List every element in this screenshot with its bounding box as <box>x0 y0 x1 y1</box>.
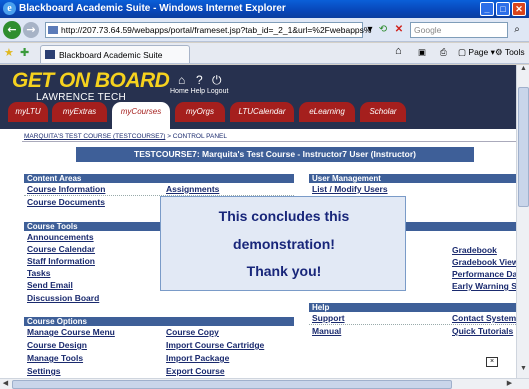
tab-mycourses[interactable]: myCourses <box>112 102 170 129</box>
link-staff-information[interactable]: Staff Information <box>27 256 95 266</box>
search-placeholder: Google <box>414 25 442 35</box>
close-button[interactable]: ✕ <box>512 2 526 16</box>
tab-scholar[interactable]: Scholar <box>360 102 406 122</box>
page-menu-label: Page <box>468 47 489 57</box>
logo-get-on-board[interactable]: GET ON BOARD <box>12 69 170 93</box>
tools-menu-label: Tools <box>504 47 525 57</box>
forward-arrow-icon[interactable]: → <box>23 22 39 38</box>
minimize-button[interactable]: _ <box>480 2 494 16</box>
link-support[interactable]: Support <box>312 313 345 323</box>
link-tasks[interactable]: Tasks <box>27 268 50 278</box>
scroll-down-icon[interactable]: ▼ <box>518 365 529 376</box>
link-assignments[interactable]: Assignments <box>166 184 219 194</box>
search-icon[interactable]: ⌕ <box>510 22 524 38</box>
home-link[interactable]: Home <box>170 88 189 95</box>
link-import-course-cartridge[interactable]: Import Course Cartridge <box>166 340 264 350</box>
link-gradebook-views[interactable]: Gradebook Views <box>452 257 516 267</box>
link-list-modify-users[interactable]: List / Modify Users <box>312 184 388 194</box>
link-manage-course-menu[interactable]: Manage Course Menu <box>27 327 115 337</box>
blackboard-tab-icon <box>45 50 55 59</box>
link-course-documents[interactable]: Course Documents <box>27 197 105 207</box>
page-icon <box>48 26 58 34</box>
vertical-scrollbar[interactable]: ▲ ▼ <box>516 65 529 378</box>
window-title: Blackboard Academic Suite - Windows Inte… <box>19 3 286 14</box>
demo-end-callout: This concludes this demonstration! Thank… <box>160 196 406 291</box>
home-icon[interactable]: ⌂ <box>178 73 185 87</box>
link-announcements[interactable]: Announcements <box>27 232 94 242</box>
link-early-warning-system[interactable]: Early Warning Sy <box>452 281 516 291</box>
breadcrumb-separator: > <box>167 133 171 140</box>
page-viewport: GET ON BOARD LAWRENCE TECH ⌂ ? ⏻ Home He… <box>0 65 516 378</box>
link-gradebook[interactable]: Gradebook <box>452 245 497 255</box>
tab-ltucalendar[interactable]: LTUCalendar <box>230 102 294 122</box>
address-toolbar: ← → http://207.73.64.59/webapps/portal/f… <box>0 18 529 42</box>
back-arrow-icon[interactable]: ← <box>3 21 21 39</box>
breadcrumb-divider <box>22 141 516 142</box>
cursor-close-icon[interactable]: × <box>486 357 498 367</box>
link-settings[interactable]: Settings <box>27 366 61 376</box>
link-course-calendar[interactable]: Course Calendar <box>27 244 95 254</box>
help-icon[interactable]: ? <box>196 73 203 87</box>
print-icon[interactable]: ⎙ <box>440 47 447 58</box>
divider <box>309 324 516 325</box>
link-import-package[interactable]: Import Package <box>166 353 229 363</box>
help-link[interactable]: Help <box>191 88 205 95</box>
link-discussion-board[interactable]: Discussion Board <box>27 293 99 303</box>
window-title-bar: e Blackboard Academic Suite - Windows In… <box>0 0 529 18</box>
maximize-button[interactable]: □ <box>496 2 510 16</box>
section-course-options: Course Options <box>24 317 294 326</box>
page-menu[interactable]: ▢ Page ▾ <box>458 47 495 58</box>
tab-myltu[interactable]: myLTU <box>8 102 48 122</box>
browser-tab-label: Blackboard Academic Suite <box>59 50 163 60</box>
scroll-left-icon[interactable]: ◀ <box>0 379 11 389</box>
logout-link[interactable]: Logout <box>207 88 228 95</box>
favorites-star-icon[interactable]: ★ <box>4 46 14 59</box>
link-course-design[interactable]: Course Design <box>27 340 87 350</box>
browser-tab[interactable]: Blackboard Academic Suite <box>40 45 190 63</box>
search-input[interactable]: Google <box>410 22 508 38</box>
callout-line-2: demonstration! <box>233 236 335 252</box>
course-title-bar: TESTCOURSE7: Marquita's Test Course - In… <box>76 147 474 162</box>
feeds-icon[interactable]: ▣ <box>418 47 426 58</box>
tab-myextras[interactable]: myExtras <box>52 102 107 122</box>
link-course-information[interactable]: Course Information <box>27 184 105 194</box>
callout-line-1: This concludes this <box>218 208 350 224</box>
home-toolbar-icon[interactable]: ⌂ <box>395 45 402 57</box>
link-manual[interactable]: Manual <box>312 326 341 336</box>
tab-elearning[interactable]: eLearning <box>299 102 355 122</box>
scroll-up-icon[interactable]: ▲ <box>518 65 529 76</box>
site-banner: GET ON BOARD LAWRENCE TECH ⌂ ? ⏻ Home He… <box>0 65 516 129</box>
scroll-right-icon[interactable]: ▶ <box>504 379 515 389</box>
vertical-scroll-thumb[interactable] <box>518 87 529 207</box>
horizontal-scroll-thumb[interactable] <box>12 380 452 389</box>
link-manage-tools[interactable]: Manage Tools <box>27 353 83 363</box>
link-contact-system-admin[interactable]: Contact System A <box>452 313 516 323</box>
tab-myorgs[interactable]: myOrgs <box>175 102 225 122</box>
breadcrumb-current: CONTROL PANEL <box>172 133 227 140</box>
logout-icon[interactable]: ⏻ <box>212 73 222 88</box>
tab-toolbar: ★ ✚ Blackboard Academic Suite ⌂ ▣ ⎙ ▢ Pa… <box>0 43 529 64</box>
callout-line-3: Thank you! <box>246 263 322 279</box>
address-url: http://207.73.64.59/webapps/portal/frame… <box>61 25 372 35</box>
link-send-email[interactable]: Send Email <box>27 280 73 290</box>
breadcrumb: MARQUITA'S TEST COURSE (TESTCOURSE7) > C… <box>24 133 227 140</box>
refresh-icon[interactable]: ⟲ <box>376 22 390 38</box>
stop-icon[interactable]: ✕ <box>392 22 406 38</box>
breadcrumb-course-link[interactable]: MARQUITA'S TEST COURSE (TESTCOURSE7) <box>24 133 165 140</box>
section-help: Help <box>309 303 516 312</box>
address-bar[interactable]: http://207.73.64.59/webapps/portal/frame… <box>45 22 371 38</box>
horizontal-scrollbar[interactable]: ◀ ▶ <box>0 378 529 389</box>
link-export-course[interactable]: Export Course <box>166 366 225 376</box>
link-quick-tutorials[interactable]: Quick Tutorials <box>452 326 513 336</box>
link-performance-dashboard[interactable]: Performance Das <box>452 269 516 279</box>
section-user-management: User Management <box>309 174 516 183</box>
tools-menu[interactable]: ⚙ Tools <box>495 47 525 58</box>
ie-logo-icon: e <box>3 2 16 15</box>
add-favorite-icon[interactable]: ✚ <box>20 46 29 59</box>
section-content-areas: Content Areas <box>24 174 294 183</box>
link-course-copy[interactable]: Course Copy <box>166 327 219 337</box>
address-dropdown-icon[interactable]: ▾ <box>365 22 375 38</box>
